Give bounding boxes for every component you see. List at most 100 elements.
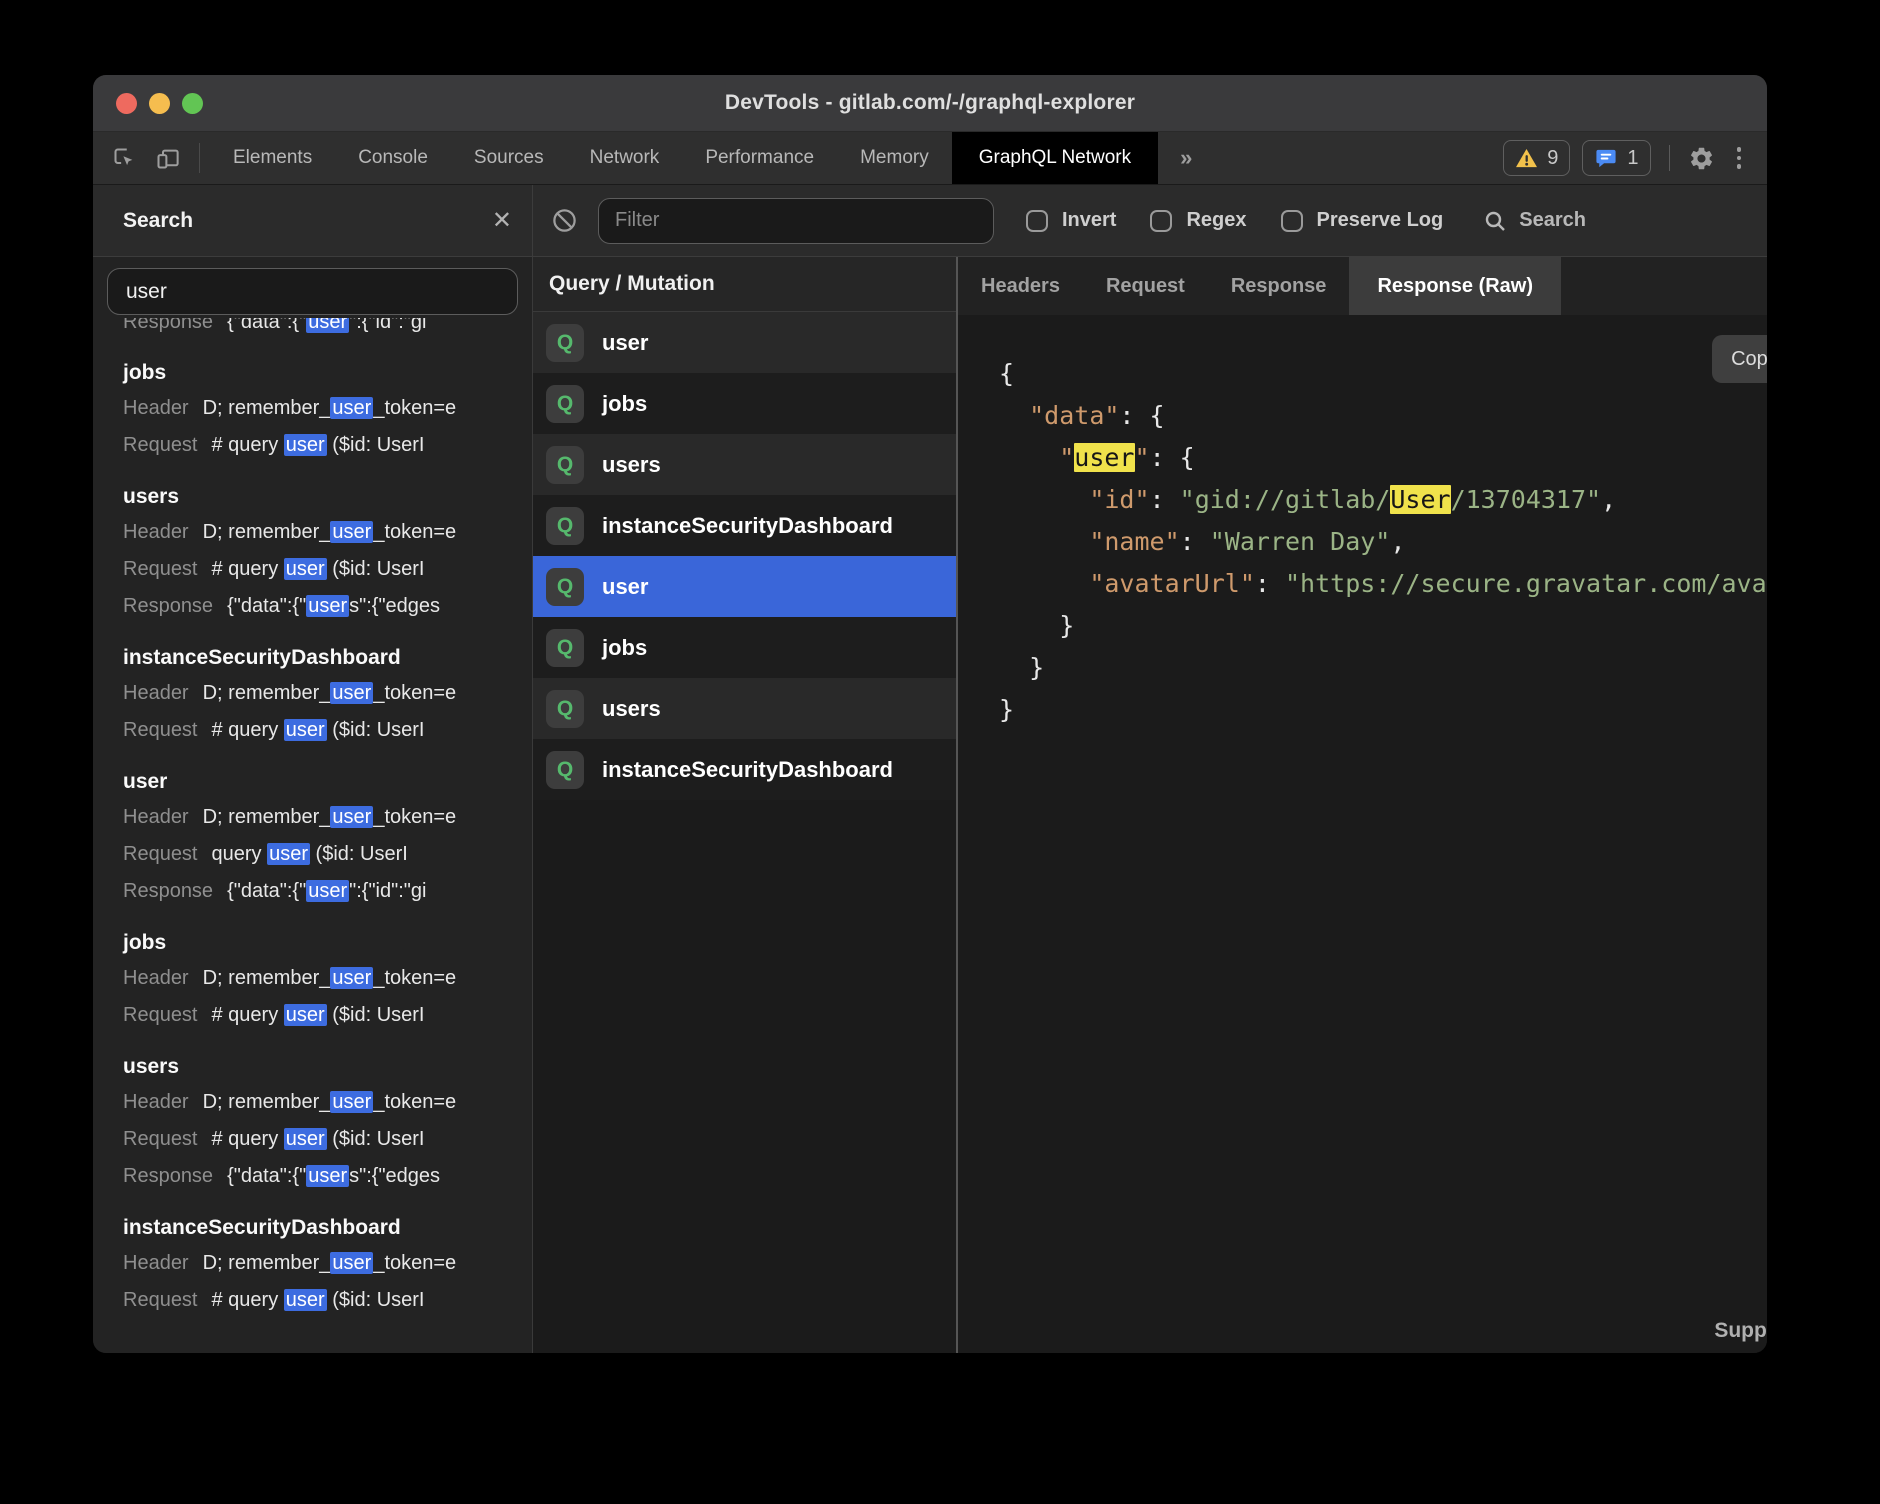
zoom-window-button[interactable] [182,93,203,114]
checkbox-invert[interactable]: Invert [1026,209,1116,232]
json-code-line: { [999,353,1767,395]
query-item-instancesecuritydashboard[interactable]: QinstanceSecurityDashboard [533,739,956,800]
query-item-jobs[interactable]: Qjobs [533,373,956,434]
search-result-partial[interactable]: Response{"data":{"user":{"id":"gi [123,318,532,340]
search-result-title: jobs [123,356,532,390]
search-input[interactable] [107,268,518,315]
search-result-line[interactable]: HeaderD; remember_user_token=e [123,799,532,836]
result-line-label: Response [123,880,213,902]
search-toggle[interactable]: Search [1483,209,1586,233]
search-result-line[interactable]: Request# query user ($id: UserI [123,1121,532,1158]
close-window-button[interactable] [116,93,137,114]
detail-tab-request[interactable]: Request [1083,257,1208,315]
query-item-jobs[interactable]: Qjobs [533,617,956,678]
result-line-label: Header [123,1252,189,1274]
support-link[interactable]: Support [1714,1319,1767,1343]
json-code-line: } [999,605,1767,647]
query-item-user[interactable]: Quser [533,556,956,617]
inspect-element-icon[interactable] [111,145,138,172]
tab-memory[interactable]: Memory [837,132,952,184]
search-result-section-user[interactable]: userHeaderD; remember_user_token=eReques… [123,765,532,910]
checkbox-regex[interactable]: Regex [1150,209,1246,232]
more-tabs-chevron-icon[interactable]: » [1158,132,1214,184]
tab-network[interactable]: Network [567,132,683,184]
search-match-highlight: user [284,719,327,741]
search-result-section-jobs[interactable]: jobsHeaderD; remember_user_token=eReques… [123,926,532,1034]
settings-gear-icon[interactable] [1688,145,1715,172]
search-toggle-label: Search [1519,209,1586,232]
tab-sources[interactable]: Sources [451,132,567,184]
clear-requests-icon[interactable] [551,207,578,234]
minimize-window-button[interactable] [149,93,170,114]
filter-input[interactable] [598,198,994,244]
copy-button[interactable]: Copy [1712,335,1767,383]
search-result-line[interactable]: Response{"data":{"user":{"id":"gi [123,318,532,340]
detail-tabs: HeadersRequestResponseResponse (Raw)✕ [958,257,1767,315]
detail-tab-response-raw[interactable]: Response (Raw) [1349,257,1561,315]
search-result-line[interactable]: HeaderD; remember_user_token=e [123,960,532,997]
query-item-label: instanceSecurityDashboard [602,513,893,539]
query-item-label: jobs [602,391,647,417]
query-type-badge: Q [546,751,584,789]
checkbox-box-invert[interactable] [1026,210,1048,232]
search-result-line[interactable]: Requestquery user ($id: UserI [123,836,532,873]
result-line-label: Header [123,806,189,828]
query-item-users[interactable]: Qusers [533,434,956,495]
search-result-line[interactable]: Response{"data":{"user":{"id":"gi [123,873,532,910]
search-result-line[interactable]: Request# query user ($id: UserI [123,427,532,464]
search-result-line[interactable]: HeaderD; remember_user_token=e [123,1084,532,1121]
query-item-users[interactable]: Qusers [533,678,956,739]
query-item-instancesecuritydashboard[interactable]: QinstanceSecurityDashboard [533,495,956,556]
tab-graphql-network[interactable]: GraphQL Network [952,132,1158,184]
search-result-line[interactable]: Request# query user ($id: UserI [123,551,532,588]
search-match-highlight: user [330,682,373,704]
tab-console[interactable]: Console [335,132,451,184]
search-result-section-instancesecuritydashboard[interactable]: instanceSecurityDashboardHeaderD; rememb… [123,641,532,749]
result-line-label: Response [123,1165,213,1187]
search-result-section-users[interactable]: usersHeaderD; remember_user_token=eReque… [123,1050,532,1195]
search-result-section-users[interactable]: usersHeaderD; remember_user_token=eReque… [123,480,532,625]
search-result-section-instancesecuritydashboard[interactable]: instanceSecurityDashboardHeaderD; rememb… [123,1211,532,1319]
search-result-line[interactable]: Request# query user ($id: UserI [123,712,532,749]
toolbar-right: 9 1 [1503,132,1767,184]
search-result-section-jobs[interactable]: jobsHeaderD; remember_user_token=eReques… [123,356,532,464]
issues-badge[interactable]: 1 [1582,140,1650,176]
json-code-line: "user": { [999,437,1767,479]
checkbox-preserve-log[interactable]: Preserve Log [1281,209,1444,232]
search-result-line[interactable]: HeaderD; remember_user_token=e [123,390,532,427]
search-match-highlight: user [306,595,349,617]
more-options-kebab-icon[interactable] [1727,147,1752,169]
devtools-tabs: ElementsConsoleSourcesNetworkPerformance… [210,132,1158,184]
search-result-line[interactable]: HeaderD; remember_user_token=e [123,514,532,551]
search-result-line[interactable]: HeaderD; remember_user_token=e [123,675,532,712]
checkbox-box-preserve-log[interactable] [1281,210,1303,232]
search-results-list: Response{"data":{"user":{"id":"gijobsHea… [93,318,532,1353]
json-code-line: "name": "Warren Day", [999,521,1767,563]
close-search-icon[interactable]: ✕ [492,209,512,233]
search-match-highlight: user [284,1004,327,1026]
result-line-label: Header [123,1091,189,1113]
search-result-line[interactable]: HeaderD; remember_user_token=e [123,1245,532,1282]
checkbox-box-regex[interactable] [1150,210,1172,232]
filter-options: Invert Regex Preserve Log [1026,209,1443,232]
detail-tab-headers[interactable]: Headers [958,257,1083,315]
search-match-highlight: user [306,318,349,333]
search-result-line[interactable]: Request# query user ($id: UserI [123,1282,532,1319]
search-match-highlight: user [306,1165,349,1187]
search-result-line[interactable]: Request# query user ($id: UserI [123,997,532,1034]
query-type-badge: Q [546,385,584,423]
search-result-line[interactable]: Response{"data":{"users":{"edges [123,588,532,625]
query-item-user[interactable]: Quser [533,312,956,373]
main-content: Response{"data":{"user":{"id":"gijobsHea… [93,257,1767,1353]
tab-performance[interactable]: Performance [682,132,837,184]
title-bar: DevTools - gitlab.com/-/graphql-explorer [93,75,1767,132]
result-line-label: Response [123,318,213,333]
search-result-line[interactable]: Response{"data":{"users":{"edges [123,1158,532,1195]
device-toolbar-icon[interactable] [154,145,181,172]
response-raw-view: Copy { "data": { "user": { "id": "gid://… [958,315,1767,1353]
warnings-badge[interactable]: 9 [1503,140,1570,176]
query-type-badge: Q [546,446,584,484]
badge-divider [1669,145,1670,171]
tab-elements[interactable]: Elements [210,132,335,184]
detail-tab-response[interactable]: Response [1208,257,1350,315]
